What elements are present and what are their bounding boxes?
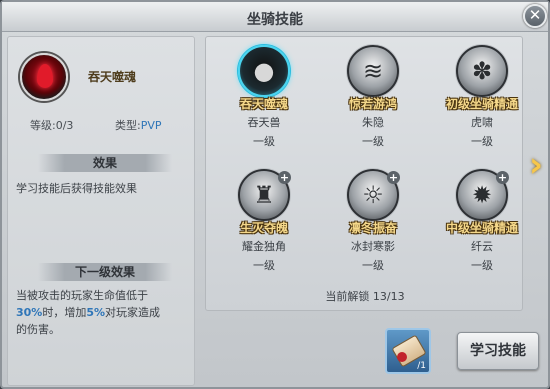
- mount-skill-window: 坐骑技能 吞天噬魂 等级:0/3 类型:PVP 效果 学习技能后获得技能效果 下…: [0, 0, 550, 389]
- skill-glyph: ●: [253, 57, 275, 85]
- plus-icon: +: [278, 171, 291, 184]
- skill-slot[interactable]: ✹ + 中级坐骑精通 纤云 一级: [432, 169, 532, 281]
- skill-level: 一级: [471, 259, 493, 272]
- skill-name: 吞天噬魂: [239, 97, 288, 111]
- paw-icon: ✽: [456, 45, 508, 97]
- skill-source: 纤云: [471, 240, 493, 253]
- window-title: 坐骑技能: [247, 12, 303, 28]
- skill-level: 一级: [471, 135, 493, 148]
- skill-name: 凛冬振奋: [348, 221, 397, 235]
- skill-detail-panel: 吞天噬魂 等级:0/3 类型:PVP 效果 学习技能后获得技能效果 下一级效果 …: [7, 36, 195, 386]
- dark-drop-icon: ●: [238, 45, 290, 97]
- skill-slot[interactable]: ≋ 惊若游鸿 朱隐 一级: [323, 45, 423, 157]
- skill-name: 初级坐骑精通: [445, 97, 518, 111]
- level-value: 0/3: [55, 119, 74, 132]
- skill-slot[interactable]: ☼ + 凛冬振奋 冰封寒影 一级: [323, 169, 423, 281]
- wind-rider-icon: ≋: [347, 45, 399, 97]
- plus-icon: +: [387, 171, 400, 184]
- level-label: 等级:: [30, 119, 56, 132]
- title-bar: 坐骑技能: [2, 2, 548, 32]
- skill-level: 一级: [253, 135, 275, 148]
- skill-source: 冰封寒影: [351, 240, 395, 253]
- skill-level: 一级: [362, 135, 384, 148]
- skill-name: 中级坐骑精通: [445, 221, 518, 235]
- next-level-text: 当被攻击的玩家生命值低于 30%时，增加5%对玩家造成 的伤害。: [16, 287, 192, 338]
- skill-type: 类型:PVP: [115, 117, 162, 133]
- type-label: 类型:: [115, 119, 141, 132]
- effect-header: 效果: [38, 154, 172, 172]
- blood-drop-icon: [37, 64, 53, 88]
- next-pct-1: 30%: [16, 306, 43, 319]
- next-text-part: 当被攻击的玩家生命值低于: [16, 289, 148, 302]
- next-pct-2: 5%: [86, 306, 106, 319]
- skill-source: 朱隐: [362, 116, 384, 129]
- skill-grid-panel: ● 吞天噬魂 吞天兽 一级 ≋ 惊若游鸿 朱隐 一级 ✽ 初级坐骑精通 虎啸 一…: [205, 36, 523, 311]
- skill-glyph: ✽: [471, 57, 493, 85]
- type-value: PVP: [140, 119, 162, 132]
- skill-source: 吞天兽: [247, 116, 281, 129]
- skill-slot[interactable]: ♜ + 生灭夺魄 耀金独角 一级: [214, 169, 314, 281]
- skill-level: 一级: [253, 259, 275, 272]
- roar-icon: ☼ +: [347, 169, 400, 221]
- skill-level: 一级: [362, 259, 384, 272]
- next-text-part: 对玩家造成: [105, 306, 161, 319]
- close-button[interactable]: ✕: [523, 4, 547, 28]
- plus-icon: +: [496, 171, 509, 184]
- skill-slot[interactable]: ● 吞天噬魂 吞天兽 一级: [214, 45, 314, 157]
- skill-name: 生灭夺魄: [239, 221, 288, 235]
- skill-name: 惊若游鸿: [348, 97, 397, 111]
- skill-book-item[interactable]: /1: [385, 328, 431, 374]
- wolf-icon: ✹ +: [456, 169, 509, 221]
- next-page-arrow-icon[interactable]: ›: [526, 147, 546, 183]
- selected-skill-icon: [20, 53, 68, 101]
- skill-slot[interactable]: ✽ 初级坐骑精通 虎啸 一级: [432, 45, 532, 157]
- effect-text: 学习技能后获得技能效果: [16, 182, 137, 195]
- skill-source: 耀金独角: [242, 240, 286, 253]
- warrior-icon: ♜ +: [238, 169, 291, 221]
- unlock-label: 当前解锁: [325, 290, 370, 303]
- learn-skill-button[interactable]: 学习技能: [457, 332, 539, 370]
- next-level-header: 下一级效果: [38, 263, 172, 281]
- skill-level: 等级:0/3: [30, 117, 73, 133]
- selected-skill-name: 吞天噬魂: [88, 70, 137, 84]
- seal-icon: [397, 352, 407, 362]
- unlock-value: 13/13: [372, 290, 405, 303]
- item-count: /1: [417, 361, 426, 371]
- next-text-part: 的伤害。: [16, 323, 60, 336]
- skill-source: 虎啸: [471, 116, 493, 129]
- skill-glyph: ≋: [362, 57, 384, 85]
- unlock-status: 当前解锁 13/13: [206, 288, 524, 304]
- next-text-part: 时，增加: [42, 306, 87, 319]
